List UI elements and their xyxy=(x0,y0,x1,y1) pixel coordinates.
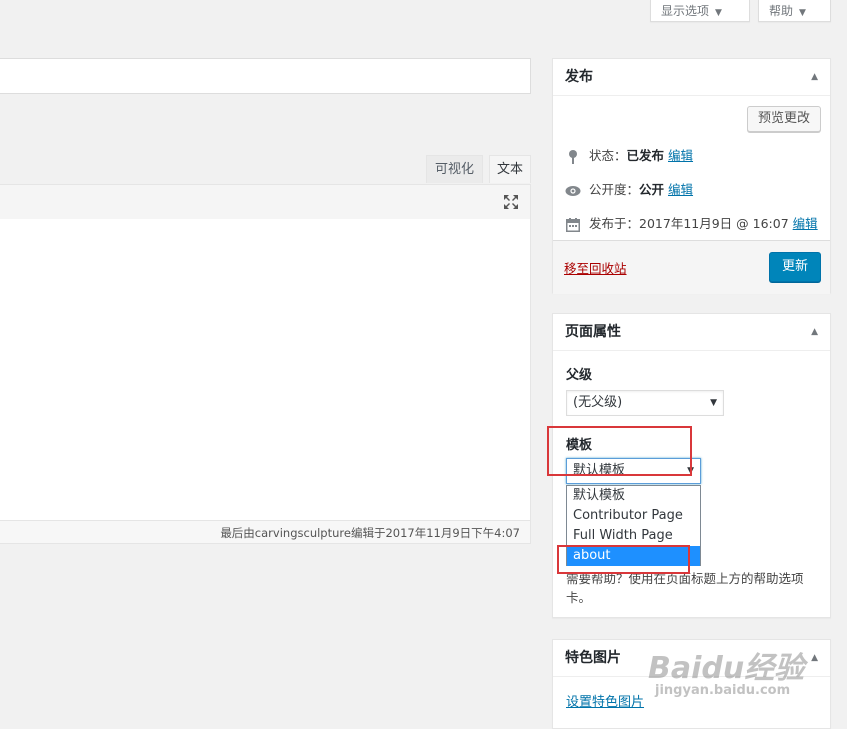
publish-header[interactable]: 发布 ▲ xyxy=(553,59,830,96)
fullscreen-icon[interactable] xyxy=(502,193,520,215)
editor-content[interactable] xyxy=(0,219,531,521)
collapse-toggle-icon[interactable]: ▲ xyxy=(811,314,818,350)
tab-text[interactable]: 文本 xyxy=(489,155,531,183)
preview-changes-button[interactable]: 预览更改 xyxy=(747,106,822,132)
help-button[interactable]: 帮助 ▼ xyxy=(758,0,831,22)
preview-changes-label: 预览更改 xyxy=(758,111,811,126)
last-edited-text: 最后由carvingsculpture编辑于2017年11月9日下午4:07 xyxy=(220,526,520,540)
tab-visual[interactable]: 可视化 xyxy=(426,155,483,183)
template-option-contributor[interactable]: Contributor Page xyxy=(567,506,700,526)
published-value: 2017年11月9日 @ 16:07 xyxy=(639,216,789,231)
page-attributes-title: 页面属性 xyxy=(565,324,621,340)
parent-select-value: (无父级) xyxy=(573,395,623,410)
tab-text-label: 文本 xyxy=(496,162,523,177)
visibility-row: 公开度：公开 编辑 xyxy=(565,179,693,199)
status-row: 状态：已发布 编辑 xyxy=(565,145,693,165)
move-to-trash-link[interactable]: 移至回收站 xyxy=(564,258,627,277)
publish-actions: 移至回收站 更新 xyxy=(553,240,830,294)
publish-box: 发布 ▲ 预览更改 状态：已发布 编辑 公开度：公开 编辑 发布于：2017年1… xyxy=(552,58,831,294)
edit-date-link[interactable]: 编辑 xyxy=(793,216,818,231)
edit-visibility-link[interactable]: 编辑 xyxy=(668,182,693,197)
tab-visual-label: 可视化 xyxy=(434,162,474,177)
set-featured-image-link[interactable]: 设置特色图片 xyxy=(566,691,644,710)
editor-status-bar: 最后由carvingsculpture编辑于2017年11月9日下午4:07 xyxy=(0,520,531,544)
collapse-toggle-icon[interactable]: ▲ xyxy=(811,59,818,95)
annotation-highlight-template xyxy=(547,426,692,476)
caret-down-icon: ▼ xyxy=(799,8,806,18)
annotation-highlight-about xyxy=(557,545,690,574)
status-value: 已发布 xyxy=(626,148,665,163)
help-text: 需要帮助？使用在页面标题上方的帮助选项卡。 xyxy=(566,571,804,605)
eye-icon xyxy=(565,183,581,199)
publish-title: 发布 xyxy=(565,69,593,85)
edit-status-link[interactable]: 编辑 xyxy=(668,148,693,163)
template-option-default[interactable]: 默认模板 xyxy=(567,486,700,506)
published-row: 发布于：2017年11月9日 @ 16:07 编辑 xyxy=(565,213,818,233)
select-arrow-icon: ▼ xyxy=(710,398,717,408)
watermark-url: jingyan.baidu.com xyxy=(655,683,791,698)
title-input[interactable] xyxy=(0,58,531,94)
parent-select[interactable]: (无父级) ▼ xyxy=(566,390,724,416)
collapse-toggle-icon[interactable]: ▲ xyxy=(811,640,818,676)
visibility-label: 公开度： xyxy=(589,182,640,197)
screen-options-button[interactable]: 显示选项 ▼ xyxy=(650,0,750,22)
template-option-full-width[interactable]: Full Width Page xyxy=(567,526,700,546)
published-label: 发布于： xyxy=(589,216,640,231)
status-label: 状态： xyxy=(589,148,627,163)
pin-icon xyxy=(565,149,581,165)
calendar-icon xyxy=(565,217,581,233)
page-attributes-header[interactable]: 页面属性 ▲ xyxy=(553,314,830,351)
update-label: 更新 xyxy=(781,259,808,274)
update-button[interactable]: 更新 xyxy=(769,252,821,282)
watermark-brand: Baidu经验 xyxy=(648,651,805,686)
visibility-value: 公开 xyxy=(639,182,665,197)
parent-label: 父级 xyxy=(566,368,593,383)
help-label: 帮助 xyxy=(769,4,794,18)
caret-down-icon: ▼ xyxy=(715,8,722,18)
editor-toolbar xyxy=(0,184,531,220)
featured-image-title: 特色图片 xyxy=(565,650,621,666)
screen-options-label: 显示选项 xyxy=(661,4,710,18)
